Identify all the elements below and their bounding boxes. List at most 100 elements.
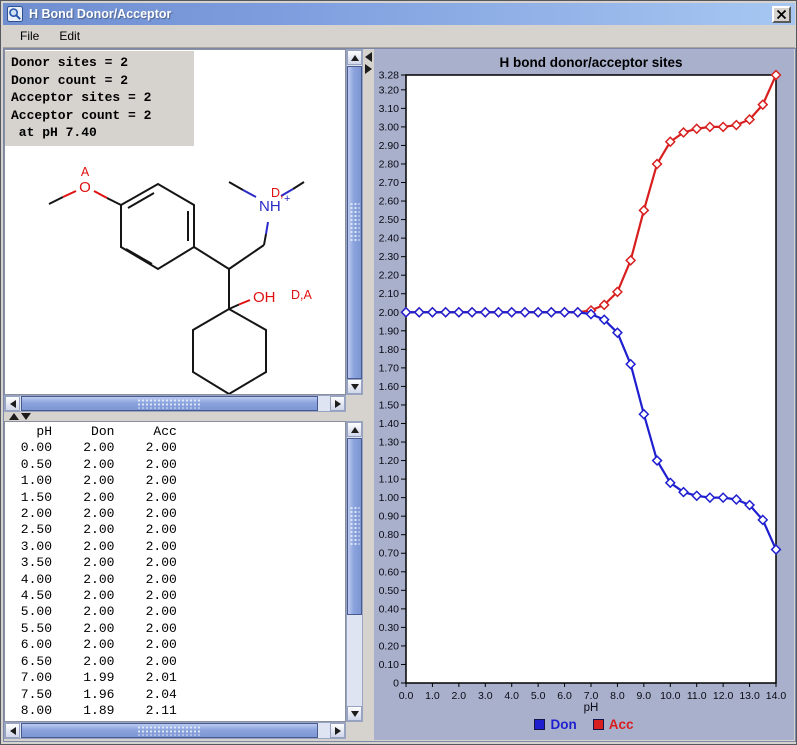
svg-text:1.40: 1.40 [379,418,400,430]
scroll-up-button[interactable] [347,50,362,65]
svg-text:1.20: 1.20 [379,455,400,467]
table-panel: pH Don Acc 0.00 2.00 2.00 0.50 2.00 2.00… [4,421,346,722]
scroll-right-button[interactable] [330,723,345,738]
svg-text:3.28: 3.28 [379,70,400,82]
app-window: H Bond Donor/Acceptor File Edit [0,0,797,745]
svg-text:2.50: 2.50 [379,214,400,226]
svg-text:1.70: 1.70 [379,362,400,374]
window-title: H Bond Donor/Acceptor [29,7,772,21]
vertical-splitter[interactable] [363,49,374,739]
structure-horizontal-scrollbar[interactable] [4,395,346,412]
info-box: Donor sites = 2 Donor count = 2 Acceptor… [5,51,194,146]
svg-text:2.90: 2.90 [379,140,400,152]
svg-text:1.80: 1.80 [379,344,400,356]
arrow-down-icon [351,384,359,390]
svg-text:2.0: 2.0 [452,690,467,702]
methoxy-annotation-label: A [81,165,90,179]
svg-text:2.70: 2.70 [379,177,400,189]
table-vertical-scrollbar[interactable] [346,421,363,722]
svg-text:2.80: 2.80 [379,158,400,170]
svg-text:11.0: 11.0 [687,690,707,702]
svg-text:0.90: 0.90 [379,511,400,523]
title-bar[interactable]: H Bond Donor/Acceptor [3,3,795,25]
svg-text:0.50: 0.50 [379,585,400,597]
hydroxyl-annotation-label: D,A [291,288,313,302]
svg-text:6.0: 6.0 [557,690,572,702]
x-axis-label: pH [584,702,599,714]
svg-text:0.30: 0.30 [379,622,400,634]
chart-panel: H bond donor/acceptor sites 3.28 3.20 3.10… [374,49,794,740]
splitter-down-icon[interactable] [21,413,31,420]
scroll-down-button[interactable] [347,379,362,394]
scroll-up-button[interactable] [347,422,362,437]
splitter-left-icon[interactable] [365,52,372,62]
svg-text:2.00: 2.00 [379,307,400,319]
arrow-up-icon [351,55,359,61]
x-axis-ticks: 0.01.02.03.04.05.06.07.08.09.010.011.012… [399,683,787,702]
scrollbar-thumb[interactable] [347,66,362,379]
ph-profile-chart: H bond donor/acceptor sites 3.28 3.20 3.10… [374,49,794,740]
svg-text:7.0: 7.0 [584,690,599,702]
menu-edit[interactable]: Edit [49,26,90,46]
svg-text:5.0: 5.0 [531,690,546,702]
horizontal-splitter[interactable] [4,412,363,421]
don-swatch-icon [534,719,545,730]
menu-file[interactable]: File [10,26,49,46]
arrow-left-icon [10,400,16,408]
svg-text:0.20: 0.20 [379,640,400,652]
scroll-right-button[interactable] [330,396,345,411]
svg-text:2.30: 2.30 [379,251,400,263]
legend-label-acc: Acc [609,717,634,732]
svg-text:3.20: 3.20 [379,84,400,96]
scrollbar-corner [346,395,363,412]
arrow-right-icon [335,727,341,735]
svg-text:0: 0 [393,678,399,690]
thumb-grip-icon [138,399,202,408]
scrollbar-thumb[interactable] [347,438,362,615]
amine-atom-label: NH [259,198,281,215]
methyl-oxygen-bond [49,197,63,204]
svg-text:1.0: 1.0 [425,690,440,702]
svg-text:0.60: 0.60 [379,566,400,578]
scroll-down-button[interactable] [347,706,362,721]
plot-area [406,75,776,683]
arrow-left-icon [10,727,16,735]
thumb-grip-icon [350,507,359,547]
structure-vertical-scrollbar[interactable] [346,49,363,395]
chart-title: H bond donor/acceptor sites [499,55,682,70]
svg-text:1.60: 1.60 [379,381,400,393]
svg-text:1.10: 1.10 [379,474,400,486]
splitter-up-icon[interactable] [9,413,19,420]
menu-bar: File Edit [3,25,795,48]
y-axis-ticks: 3.283.203.103.002.902.802.702.602.502.40… [379,70,406,690]
legend-label-don: Don [550,717,576,732]
arrow-up-icon [351,427,359,433]
scroll-left-button[interactable] [5,723,20,738]
scroll-left-button[interactable] [5,396,20,411]
svg-text:0.10: 0.10 [379,659,400,671]
table-horizontal-scrollbar[interactable] [4,722,346,739]
close-button[interactable] [772,6,791,23]
svg-text:3.10: 3.10 [379,103,400,115]
svg-text:0.40: 0.40 [379,603,400,615]
scrollbar-thumb[interactable] [21,396,318,411]
splitter-right-icon[interactable] [365,64,372,74]
svg-text:14.0: 14.0 [766,690,787,702]
legend-item-don: Don [534,717,576,732]
arrow-right-icon [335,400,341,408]
acc-swatch-icon [593,719,604,730]
chart-legend: Don Acc [374,717,794,732]
svg-text:10.0: 10.0 [660,690,681,702]
svg-text:3.0: 3.0 [478,690,493,702]
svg-text:4.0: 4.0 [504,690,519,702]
thumb-grip-icon [138,726,202,735]
arrow-down-icon [351,711,359,717]
svg-text:0.0: 0.0 [399,690,414,702]
svg-text:8.0: 8.0 [610,690,625,702]
hydroxyl-atom-label: OH [253,289,276,306]
svg-text:1.50: 1.50 [379,399,400,411]
scrollbar-thumb[interactable] [21,723,318,738]
svg-text:2.40: 2.40 [379,233,400,245]
app-icon [7,6,23,22]
structure-panel: A O D, NH + OH D,A Donor sites = 2 Donor… [4,49,346,395]
